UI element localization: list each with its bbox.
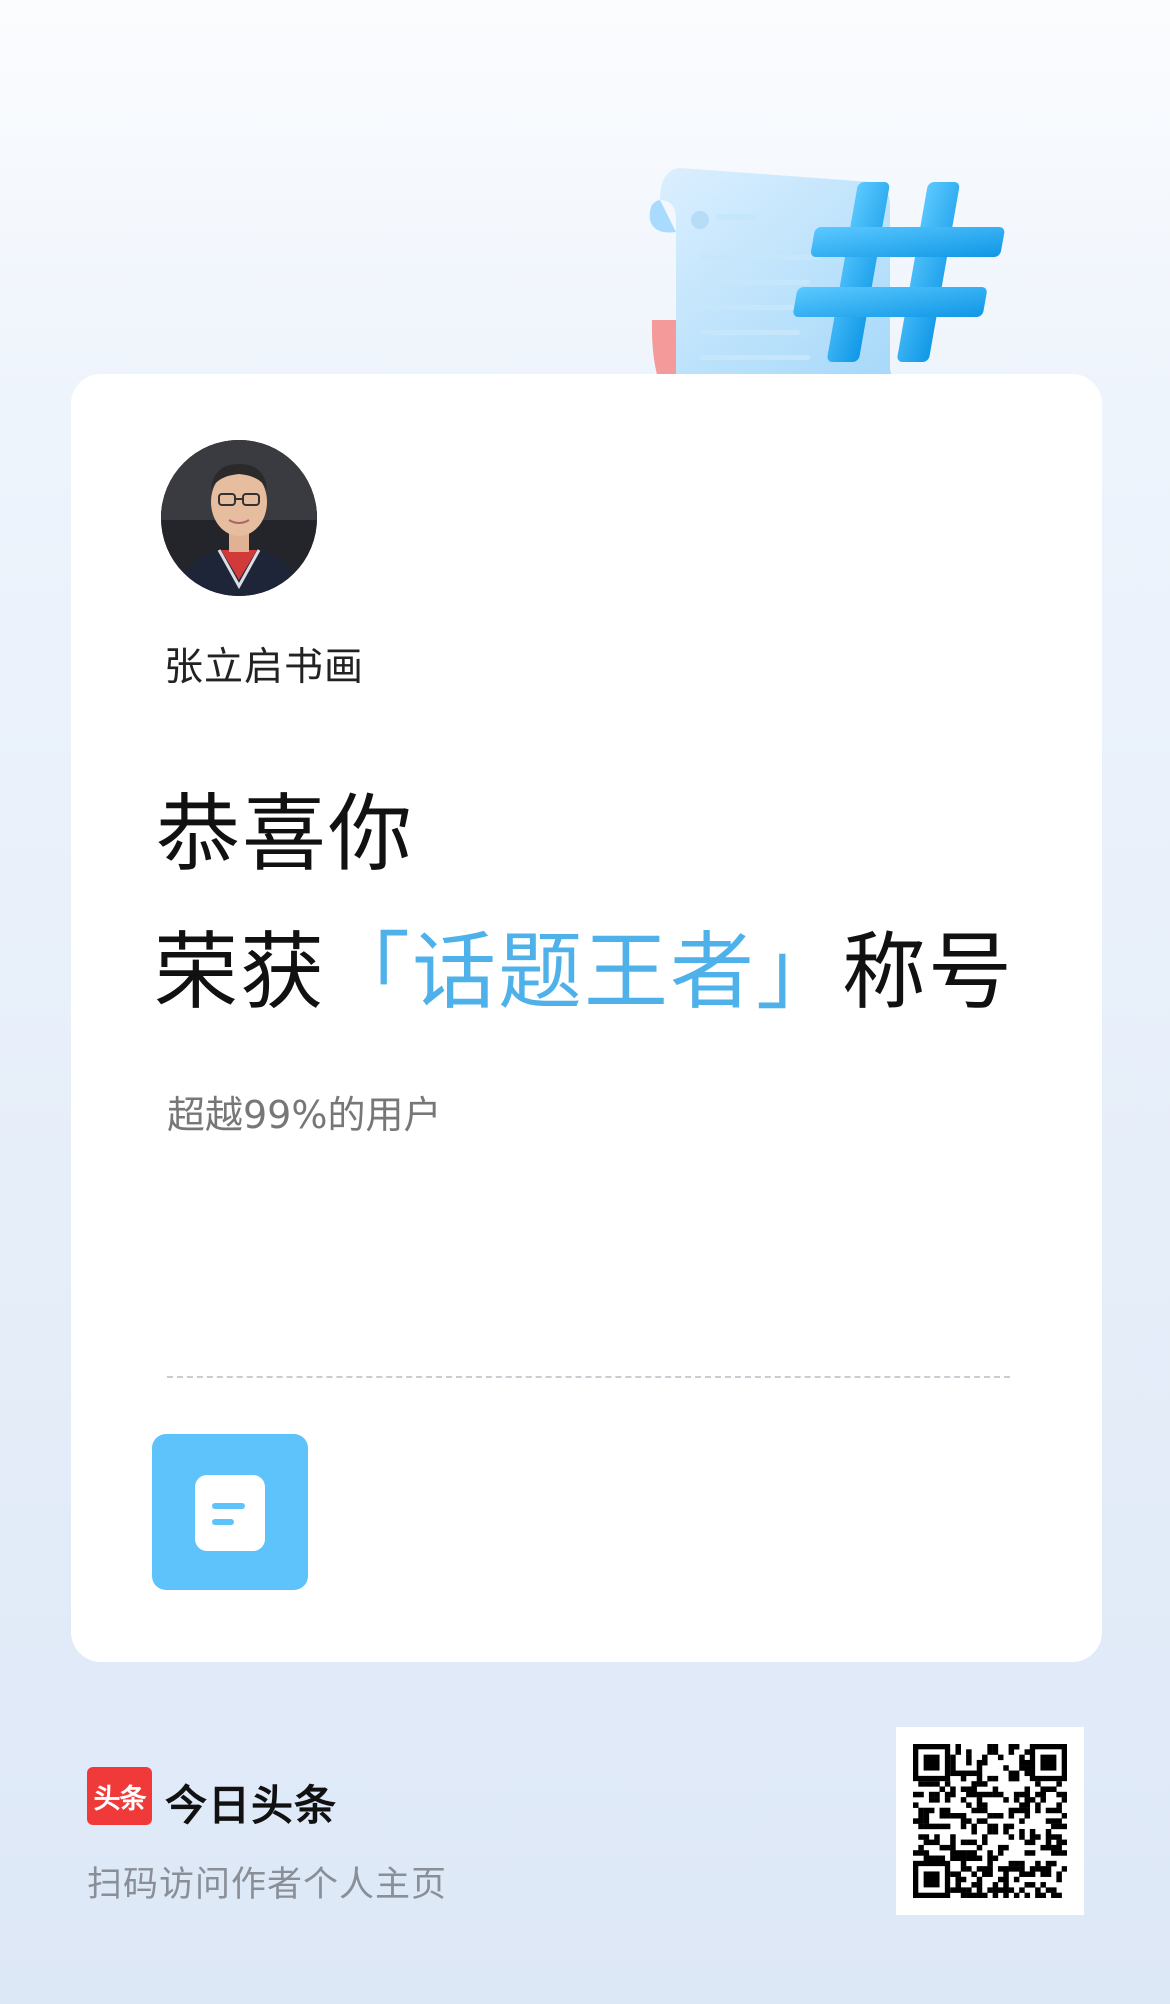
- avatar[interactable]: [161, 440, 317, 596]
- scan-caption: 扫码访问作者个人主页: [87, 1865, 448, 1905]
- card-tab-edge: [541, 374, 601, 416]
- dashed-divider: [167, 1376, 1010, 1378]
- avatar-image: [161, 440, 317, 596]
- award-suffix: 称号: [842, 923, 1015, 1021]
- qr-code[interactable]: [896, 1727, 1084, 1915]
- congrats-heading: 恭喜你: [156, 785, 415, 883]
- rank-subtitle: 超越99%的用户: [167, 1093, 442, 1137]
- award-title: 「话题王者」: [326, 923, 843, 1021]
- toutiao-logo-icon: 头条: [87, 1767, 152, 1825]
- document-icon: [195, 1475, 265, 1551]
- author-name[interactable]: 张立启书画: [164, 636, 364, 692]
- brand-name: 今日头条: [165, 1781, 338, 1830]
- award-prefix: 荣获: [154, 923, 327, 1021]
- qr-code-icon: [913, 1744, 1067, 1898]
- topic-badge: [152, 1434, 308, 1590]
- award-heading: 荣获「话题王者」称号: [154, 930, 1014, 1014]
